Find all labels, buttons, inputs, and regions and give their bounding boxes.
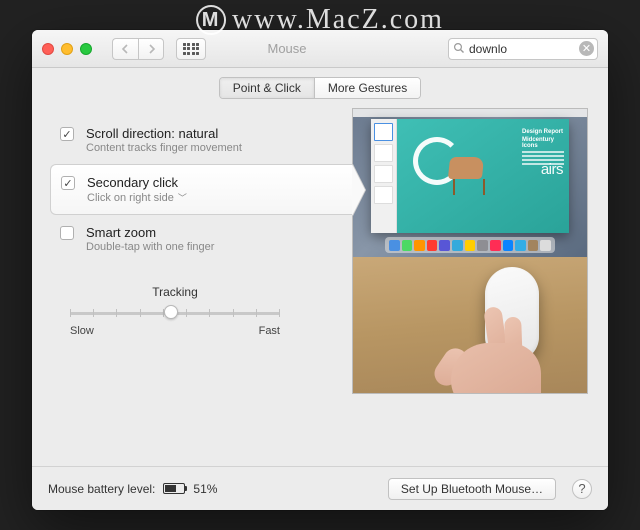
footer: Mouse battery level: 51% Set Up Bluetoot… <box>32 466 608 510</box>
preview-hand <box>433 313 553 394</box>
option-description: Content tracks finger movement <box>86 142 342 154</box>
tracking-label: Tracking <box>70 285 280 299</box>
checkbox-scroll-direction[interactable] <box>60 127 74 141</box>
option-label: Smart zoom <box>86 225 342 240</box>
search-input[interactable] <box>448 38 598 60</box>
tab-bar: Point & Click More Gestures <box>32 68 608 108</box>
preferences-window: Mouse ✕ Point & Click More Gestures Scro… <box>32 30 608 510</box>
option-description-text: Click on right side <box>87 192 174 204</box>
option-description: Double-tap with one finger <box>86 241 342 253</box>
slider-max-label: Fast <box>259 325 280 337</box>
battery-percentage: 51% <box>193 482 217 496</box>
preview-slide: Design Report Midcentury Icons airs <box>397 119 569 233</box>
option-smart-zoom[interactable]: Smart zoom Double-tap with one finger <box>50 215 352 263</box>
minimize-icon[interactable] <box>61 43 73 55</box>
preview-slide-word: airs <box>541 161 563 178</box>
zoom-icon[interactable] <box>80 43 92 55</box>
option-secondary-click[interactable]: Secondary click Click on right side ﹀ <box>50 164 352 215</box>
checkbox-smart-zoom[interactable] <box>60 226 74 240</box>
option-label: Scroll direction: natural <box>86 126 342 141</box>
close-icon[interactable] <box>42 43 54 55</box>
battery-label: Mouse battery level: <box>48 482 155 496</box>
option-label: Secondary click <box>87 175 342 190</box>
preview-slide-subtitle: Midcentury Icons <box>522 137 564 149</box>
hand-palm <box>451 343 541 394</box>
search-icon <box>453 42 465 57</box>
option-scroll-direction[interactable]: Scroll direction: natural Content tracks… <box>50 116 352 164</box>
clear-search-icon[interactable]: ✕ <box>579 41 594 56</box>
chevron-down-icon: ﹀ <box>178 191 187 204</box>
preview-desk <box>353 257 587 393</box>
titlebar: Mouse ✕ <box>32 30 608 68</box>
traffic-lights <box>42 43 92 55</box>
content-area: Scroll direction: natural Content tracks… <box>32 108 608 466</box>
window-title: Mouse <box>134 41 440 56</box>
battery-fill <box>165 485 175 492</box>
setup-bluetooth-button[interactable]: Set Up Bluetooth Mouse… <box>388 478 556 500</box>
preview-desktop: Design Report Midcentury Icons airs <box>353 109 587 257</box>
preview-thumbnails <box>371 119 397 233</box>
gesture-preview: Design Report Midcentury Icons airs <box>352 108 588 394</box>
tracking-slider[interactable] <box>70 303 280 323</box>
preview-menubar <box>353 109 587 117</box>
slider-min-label: Slow <box>70 325 94 337</box>
checkbox-secondary-click[interactable] <box>61 176 75 190</box>
preview-dock <box>385 237 555 253</box>
battery-icon <box>163 483 185 494</box>
options-list: Scroll direction: natural Content tracks… <box>50 108 352 460</box>
slider-labels: Slow Fast <box>70 325 280 337</box>
tab-segmented-control: Point & Click More Gestures <box>219 77 421 99</box>
chevron-left-icon <box>121 44 130 54</box>
tab-more-gestures[interactable]: More Gestures <box>315 78 420 98</box>
preview-slide-title: Design Report <box>522 129 564 135</box>
slider-knob[interactable] <box>164 305 178 319</box>
preview-app-window: Design Report Midcentury Icons airs <box>371 119 569 233</box>
tab-point-click[interactable]: Point & Click <box>220 78 315 98</box>
preview-chair-image <box>445 151 491 195</box>
option-description[interactable]: Click on right side ﹀ <box>87 191 342 204</box>
tracking-slider-block: Tracking Slow Fast <box>70 285 280 337</box>
search-box: ✕ <box>448 38 598 60</box>
help-button[interactable]: ? <box>572 479 592 499</box>
